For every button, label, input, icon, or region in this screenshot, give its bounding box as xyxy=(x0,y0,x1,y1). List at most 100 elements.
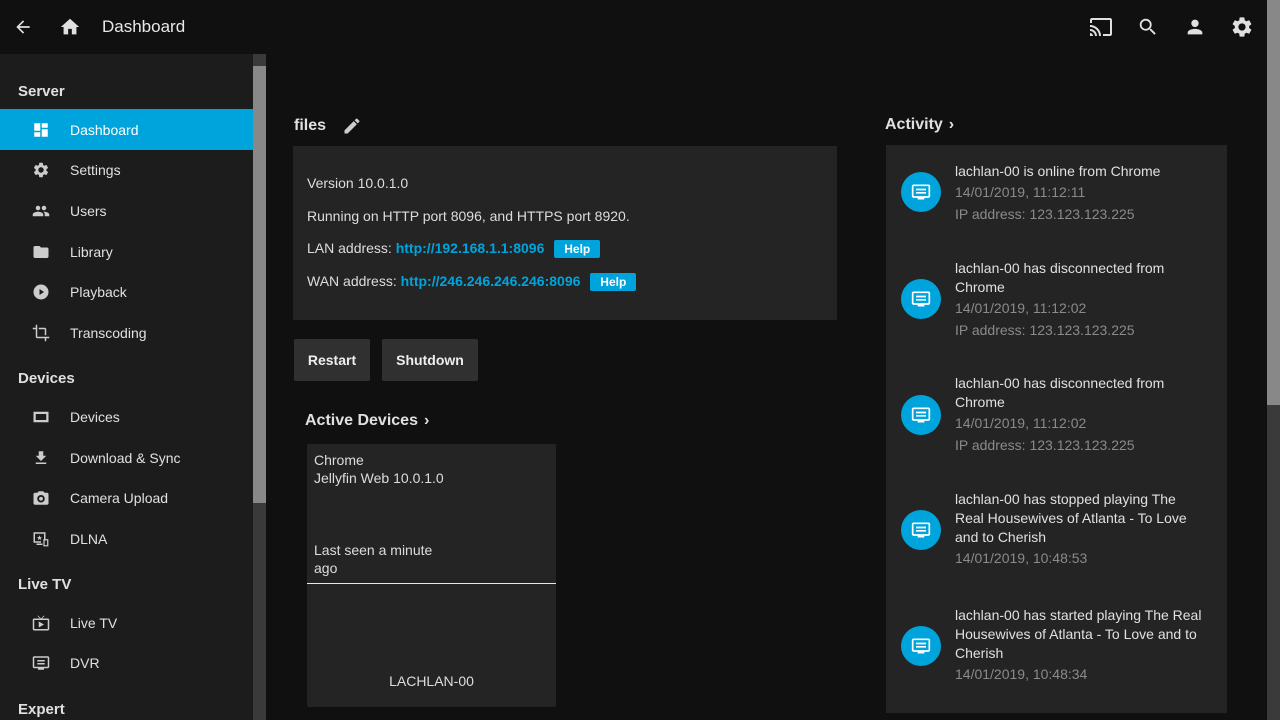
page-scrollbar-thumb[interactable] xyxy=(1267,0,1280,405)
cast-button[interactable] xyxy=(1086,12,1116,42)
activity-item[interactable]: lachlan-00 is online from Chrome 14/01/2… xyxy=(886,145,1227,242)
sidebar-item-label: Devices xyxy=(70,408,120,425)
people-icon xyxy=(31,201,51,221)
settings-button[interactable] xyxy=(1227,12,1257,42)
play-circle-icon xyxy=(31,282,51,302)
download-icon xyxy=(31,448,51,468)
sidebar-item-transcoding[interactable]: Transcoding xyxy=(0,312,253,353)
chevron-right-icon: › xyxy=(948,116,955,133)
activity-icon xyxy=(901,395,941,435)
restart-button[interactable]: Restart xyxy=(294,339,370,381)
activity-link[interactable]: Activity › xyxy=(885,116,954,134)
section-server: Server xyxy=(18,83,65,100)
activity-icon xyxy=(901,510,941,550)
device-card-header: Chrome Jellyfin Web 10.0.1.0 Last seen a… xyxy=(307,444,556,584)
sidebar: Server Dashboard Settings Users Library … xyxy=(0,54,253,720)
activity-icon xyxy=(901,626,941,666)
activity-time: 14/01/2019, 10:48:53 xyxy=(955,550,1088,566)
wan-address-link[interactable]: http://246.246.246.246:8096 xyxy=(401,273,581,289)
server-info-panel: Version 10.0.1.0 Running on HTTP port 80… xyxy=(293,146,837,320)
chevron-right-icon: › xyxy=(423,412,430,429)
sidebar-item-live-tv[interactable]: Live TV xyxy=(0,602,253,643)
sidebar-item-label: Dashboard xyxy=(70,121,139,138)
sidebar-item-dvr[interactable]: DVR xyxy=(0,642,253,683)
dlna-icon xyxy=(31,529,51,549)
lan-address-label: LAN address: xyxy=(307,240,392,256)
sidebar-item-label: DLNA xyxy=(70,530,108,547)
activity-icon xyxy=(901,279,941,319)
sidebar-item-camera-upload[interactable]: Camera Upload xyxy=(0,477,253,518)
pencil-icon xyxy=(344,118,360,134)
sidebar-scrollbar[interactable] xyxy=(253,54,266,720)
dashboard-icon xyxy=(31,120,51,140)
activity-item[interactable]: lachlan-00 has disconnected from Chrome … xyxy=(886,242,1227,358)
device-name: LACHLAN-00 xyxy=(389,673,474,689)
sidebar-item-label: Playback xyxy=(70,283,127,300)
gear-icon xyxy=(31,160,51,180)
device-client: Chrome xyxy=(314,452,364,468)
sidebar-item-settings[interactable]: Settings xyxy=(0,149,253,190)
camera-icon xyxy=(31,488,51,508)
sidebar-item-playback[interactable]: Playback xyxy=(0,271,253,312)
activity-detail: IP address: 123.123.123.225 xyxy=(955,206,1135,222)
lan-help-button[interactable]: Help xyxy=(554,240,601,259)
device-icon xyxy=(31,407,51,427)
lan-address-link[interactable]: http://192.168.1.1:8096 xyxy=(396,240,545,256)
activity-time: 14/01/2019, 11:12:11 xyxy=(955,184,1086,200)
sidebar-item-label: Transcoding xyxy=(70,324,147,341)
activity-item[interactable]: lachlan-00 has started playing The Real … xyxy=(886,590,1227,710)
activity-detail: IP address: 123.123.123.225 xyxy=(955,437,1135,453)
user-button[interactable] xyxy=(1180,12,1210,42)
back-button[interactable] xyxy=(8,12,38,42)
active-devices-link[interactable]: Active Devices › xyxy=(305,412,429,430)
home-button[interactable] xyxy=(55,12,85,42)
server-name: files xyxy=(294,117,327,134)
section-expert: Expert xyxy=(18,701,65,718)
section-live-tv: Live TV xyxy=(18,576,72,593)
activity-text: lachlan-00 has disconnected from Chrome xyxy=(955,260,1165,295)
activity-time: 14/01/2019, 10:48:34 xyxy=(955,666,1088,682)
page-scrollbar[interactable] xyxy=(1267,0,1280,720)
home-icon xyxy=(60,18,80,35)
dvr-icon xyxy=(31,653,51,673)
sidebar-item-label: Settings xyxy=(70,161,121,178)
sidebar-item-label: Camera Upload xyxy=(70,489,169,506)
activity-text: lachlan-00 has stopped playing The Real … xyxy=(955,491,1187,545)
activity-text: lachlan-00 has started playing The Real … xyxy=(955,607,1202,661)
sidebar-scrollbar-thumb[interactable] xyxy=(253,66,266,503)
wan-address-label: WAN address: xyxy=(307,273,397,289)
edit-server-name-button[interactable] xyxy=(342,116,362,136)
shutdown-button[interactable]: Shutdown xyxy=(382,339,478,381)
sidebar-item-download-sync[interactable]: Download & Sync xyxy=(0,437,253,478)
top-bar: Dashboard xyxy=(0,0,1280,54)
lan-address-row: LAN address: http://192.168.1.1:8096 Hel… xyxy=(307,240,601,259)
device-card[interactable]: Chrome Jellyfin Web 10.0.1.0 Last seen a… xyxy=(307,444,556,707)
server-name-heading: files xyxy=(294,116,362,136)
device-app-version: Jellyfin Web 10.0.1.0 xyxy=(314,470,444,486)
arrow-left-icon xyxy=(16,20,30,34)
search-button[interactable] xyxy=(1133,12,1163,42)
crop-icon xyxy=(31,323,51,343)
folder-icon xyxy=(31,242,51,262)
sidebar-item-library[interactable]: Library xyxy=(0,231,253,272)
activity-item[interactable]: lachlan-00 has disconnected from Chrome … xyxy=(886,358,1227,474)
sidebar-item-label: DVR xyxy=(70,654,100,671)
sidebar-item-label: Download & Sync xyxy=(70,449,181,466)
wan-help-button[interactable]: Help xyxy=(590,273,637,292)
activity-detail: IP address: 123.123.123.225 xyxy=(955,322,1135,338)
gear-icon xyxy=(1232,17,1252,37)
sidebar-item-dashboard[interactable]: Dashboard xyxy=(0,109,253,150)
person-icon xyxy=(1187,19,1203,35)
activity-title: Activity xyxy=(885,116,943,133)
activity-time: 14/01/2019, 11:12:02 xyxy=(955,300,1087,316)
sidebar-item-devices[interactable]: Devices xyxy=(0,396,253,437)
section-devices: Devices xyxy=(18,370,75,387)
activity-item[interactable]: lachlan-00 has stopped playing The Real … xyxy=(886,474,1227,590)
device-last-seen: Last seen a minute ago xyxy=(314,542,433,576)
cast-icon xyxy=(1090,18,1112,36)
sidebar-item-users[interactable]: Users xyxy=(0,190,253,231)
sidebar-item-dlna[interactable]: DLNA xyxy=(0,518,253,559)
server-version: Version 10.0.1.0 xyxy=(307,175,409,191)
search-icon xyxy=(1139,18,1156,35)
activity-icon xyxy=(901,172,941,212)
